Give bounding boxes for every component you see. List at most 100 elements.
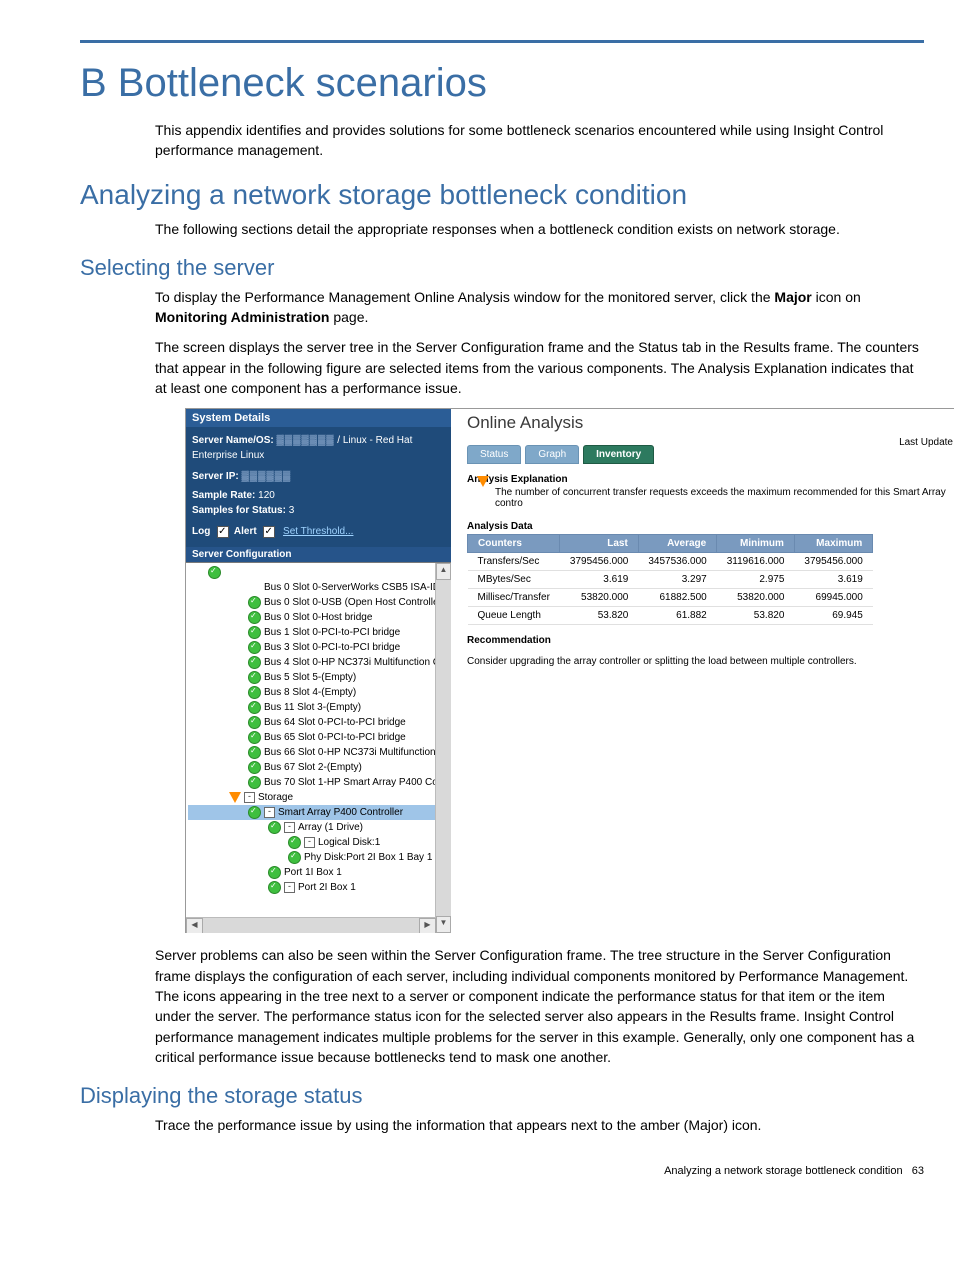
tree-item-label: Bus 0 Slot 0-ServerWorks CSB5 ISA-IDE-U (264, 582, 436, 593)
table-cell: 2.975 (717, 571, 795, 589)
table-cell: 53820.000 (560, 589, 638, 607)
collapse-icon[interactable]: - (264, 807, 275, 818)
collapse-icon[interactable]: - (304, 837, 315, 848)
server-ip-label: Server IP: (192, 471, 239, 482)
tree[interactable]: Bus 0 Slot 0-ServerWorks CSB5 ISA-IDE-U B… (186, 563, 436, 918)
sample-rate-value: 120 (255, 490, 274, 501)
tree-row[interactable]: Bus 5 Slot 5-(Empty) (188, 670, 436, 685)
scroll-up-icon[interactable]: ▲ (436, 563, 451, 580)
table-header: Maximum (794, 535, 872, 553)
tree-row[interactable]: Bus 70 Slot 1-HP Smart Array P400 Contro (188, 775, 436, 790)
table-cell: 3.619 (560, 571, 638, 589)
scroll-down-icon[interactable]: ▼ (436, 916, 451, 933)
status-ok-icon (248, 686, 261, 699)
table-row: Transfers/Sec3795456.0003457536.00031196… (468, 553, 873, 571)
horizontal-scrollbar[interactable]: ◀ ▶ (186, 917, 436, 933)
analysis-data-table: CountersLastAverageMinimumMaximumTransfe… (467, 534, 873, 625)
status-ok-icon (248, 641, 261, 654)
tree-item-label: Bus 1 Slot 0-PCI-to-PCI bridge (264, 627, 400, 638)
status-ok-icon (248, 731, 261, 744)
status-ok-icon (248, 806, 261, 819)
collapse-icon[interactable]: - (284, 822, 295, 833)
alert-label: Alert (234, 526, 257, 537)
tree-item-label: Bus 66 Slot 0-HP NC373i Multifunction Gi… (264, 747, 436, 758)
tree-row[interactable]: -Storage (188, 790, 436, 805)
tree-row[interactable]: Bus 65 Slot 0-PCI-to-PCI bridge (188, 730, 436, 745)
alert-checkbox[interactable] (263, 526, 275, 538)
analysis-explanation-label: Analysis Explanation (467, 474, 954, 485)
tree-item-label: Phy Disk:Port 2I Box 1 Bay 1 (304, 852, 432, 863)
major-icon (477, 487, 489, 498)
status-ok-icon (248, 761, 261, 774)
tab-status[interactable]: Status (467, 445, 521, 464)
tree-row[interactable]: Bus 11 Slot 3-(Empty) (188, 700, 436, 715)
table-cell: MBytes/Sec (468, 571, 560, 589)
status-ok-icon (288, 836, 301, 849)
table-cell: 61882.500 (638, 589, 716, 607)
tree-row[interactable]: Bus 8 Slot 4-(Empty) (188, 685, 436, 700)
tree-row[interactable]: Bus 4 Slot 0-HP NC373i Multifunction Gig… (188, 655, 436, 670)
tree-row[interactable]: -Port 2I Box 1 (188, 880, 436, 895)
tree-row[interactable]: Bus 64 Slot 0-PCI-to-PCI bridge (188, 715, 436, 730)
tree-item-label: Port 2I Box 1 (298, 882, 356, 893)
tree-row[interactable]: Bus 0 Slot 0-Host bridge (188, 610, 436, 625)
recommendation-text: Consider upgrading the array controller … (467, 656, 954, 667)
tree-item-label: Bus 4 Slot 0-HP NC373i Multifunction Gig… (264, 657, 436, 668)
analysis-data-label: Analysis Data (467, 521, 954, 532)
table-row: MBytes/Sec3.6193.2972.9753.619 (468, 571, 873, 589)
tab-graph[interactable]: Graph (525, 445, 579, 464)
app-screenshot: System Details Server Name/OS: ▓▓▓▓▓▓▓ /… (185, 408, 954, 933)
tree-row[interactable]: -Smart Array P400 Controller (188, 805, 436, 820)
text: To display the Performance Management On… (155, 289, 774, 305)
tree-row[interactable] (188, 565, 436, 580)
log-checkbox[interactable] (217, 526, 229, 538)
status-ok-icon (248, 611, 261, 624)
server-ip-value: ▓▓▓▓▓▓ (241, 471, 291, 482)
tree-row[interactable]: Bus 3 Slot 0-PCI-to-PCI bridge (188, 640, 436, 655)
tree-row[interactable]: Bus 0 Slot 0-USB (Open Host Controller S… (188, 595, 436, 610)
tab-inventory[interactable]: Inventory (583, 445, 654, 464)
table-cell: 3.619 (794, 571, 872, 589)
table-header: Minimum (717, 535, 795, 553)
recommendation-label: Recommendation (467, 635, 954, 646)
scroll-left-icon[interactable]: ◀ (186, 918, 203, 933)
status-ok-icon (248, 626, 261, 639)
scroll-right-icon[interactable]: ▶ (419, 918, 436, 933)
tree-row[interactable]: Bus 66 Slot 0-HP NC373i Multifunction Gi… (188, 745, 436, 760)
online-analysis-title: Online Analysis (467, 409, 954, 437)
tree-item-label: Bus 70 Slot 1-HP Smart Array P400 Contro (264, 777, 436, 788)
vertical-scrollbar[interactable]: ▲ ▼ (435, 563, 451, 933)
tree-row[interactable]: Phy Disk:Port 2I Box 1 Bay 1 (188, 850, 436, 865)
status-ok-icon (248, 701, 261, 714)
tree-row[interactable]: -Logical Disk:1 (188, 835, 436, 850)
bold-monitoring: Monitoring Administration (155, 309, 329, 325)
collapse-icon[interactable]: - (284, 882, 295, 893)
section-selecting-server: Selecting the server (80, 255, 954, 281)
selecting-paragraph-1: To display the Performance Management On… (155, 287, 924, 328)
table-cell: 3.297 (638, 571, 716, 589)
tree-row[interactable]: Bus 1 Slot 0-PCI-to-PCI bridge (188, 625, 436, 640)
tree-item-label: Bus 0 Slot 0-Host bridge (264, 612, 372, 623)
status-ok-icon (248, 596, 261, 609)
server-config-title: Server Configuration (186, 547, 451, 562)
server-name-value: ▓▓▓▓▓▓▓ (277, 435, 335, 446)
system-details-title: System Details (186, 409, 451, 427)
status-ok-icon (248, 746, 261, 759)
tree-row[interactable]: Bus 0 Slot 0-ServerWorks CSB5 ISA-IDE-U (188, 580, 436, 595)
tree-row[interactable]: Bus 67 Slot 2-(Empty) (188, 760, 436, 775)
tree-item-label: Bus 65 Slot 0-PCI-to-PCI bridge (264, 732, 406, 743)
tree-item-label: Bus 64 Slot 0-PCI-to-PCI bridge (264, 717, 406, 728)
table-cell: 69945.000 (794, 589, 872, 607)
tree-row[interactable]: Port 1I Box 1 (188, 865, 436, 880)
log-label: Log (192, 526, 210, 537)
status-ok-icon (268, 881, 281, 894)
text: page. (329, 309, 368, 325)
set-threshold-link[interactable]: Set Threshold... (283, 526, 353, 537)
collapse-icon[interactable]: - (244, 792, 255, 803)
tree-row[interactable]: -Array (1 Drive) (188, 820, 436, 835)
page-footer: Analyzing a network storage bottleneck c… (0, 1165, 924, 1177)
table-header: Last (560, 535, 638, 553)
status-none-icon (248, 581, 261, 594)
tree-item-label: Bus 11 Slot 3-(Empty) (264, 702, 361, 713)
text: icon on (812, 289, 861, 305)
